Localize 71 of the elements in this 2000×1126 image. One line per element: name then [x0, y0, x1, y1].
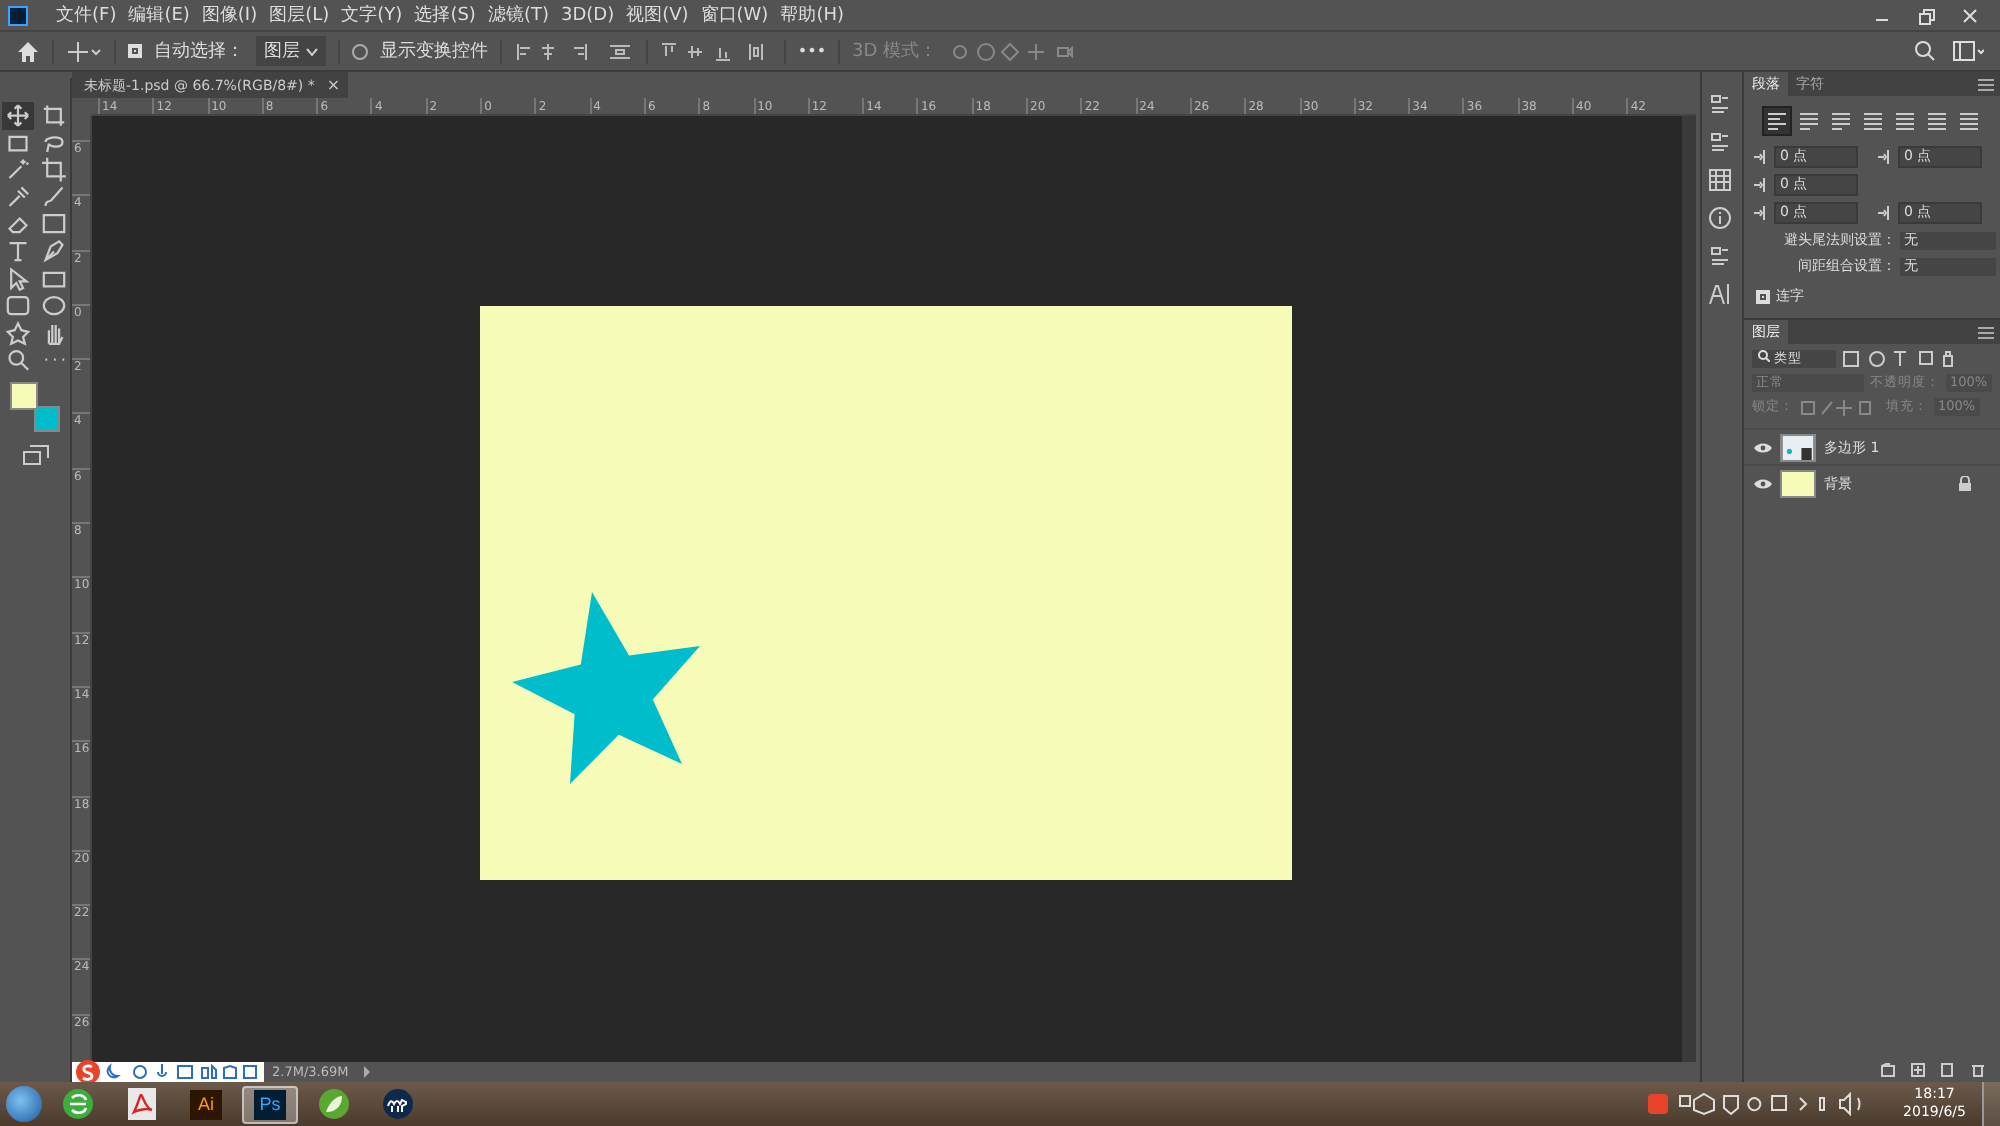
alignment-button[interactable]: [1956, 108, 1982, 134]
menu-item[interactable]: 滤镜(T): [487, 2, 549, 28]
eye-icon[interactable]: [1754, 477, 1772, 489]
move-tool-icon[interactable]: [1, 102, 33, 130]
background-color-swatch[interactable]: [34, 405, 60, 432]
character-icon[interactable]: [1708, 282, 1732, 306]
menu-item[interactable]: 选择(S): [414, 2, 476, 28]
menu-item[interactable]: 窗口(W): [700, 2, 769, 28]
foreground-color-swatch[interactable]: [10, 381, 38, 410]
camel-icon: [382, 1088, 414, 1120]
close-icon[interactable]: [1960, 5, 1980, 25]
layer-thumbnail: [1780, 469, 1816, 497]
screen-mode-icon[interactable]: [21, 443, 49, 468]
menu-item[interactable]: 编辑(E): [128, 2, 190, 28]
indent-icon: [1752, 148, 1770, 166]
alignment-button[interactable]: [1796, 108, 1822, 134]
custom-shape-icon[interactable]: [1, 319, 33, 347]
alignment-button[interactable]: [1924, 108, 1950, 134]
more-options-button[interactable]: •••: [797, 42, 827, 60]
menu-item[interactable]: 图像(I): [201, 2, 258, 28]
layer-actions-icons-drawing[interactable]: [1880, 1062, 1988, 1078]
crop-tool-icon[interactable]: [37, 156, 69, 184]
caret-icon: [305, 48, 318, 56]
alignment-button[interactable]: [1860, 108, 1886, 134]
menu-item[interactable]: 3D(D): [560, 5, 615, 25]
move-tool-icon[interactable]: [66, 39, 102, 63]
panel-menu-icon[interactable]: [1978, 325, 1994, 339]
target-dropdown[interactable]: 图层: [256, 36, 326, 66]
search-icon[interactable]: [1914, 40, 1936, 62]
menu-item[interactable]: 文件(F): [56, 2, 117, 28]
vertical-scrollbar[interactable]: [1682, 116, 1696, 1062]
close-tab-button[interactable]: ×: [326, 76, 341, 94]
photoshop-logo-icon: [8, 5, 28, 25]
indent-icon: [1752, 176, 1770, 194]
home-icon[interactable]: [16, 39, 40, 63]
menu-item[interactable]: 图层(L): [269, 2, 330, 28]
app-icon: Ai: [190, 1089, 222, 1119]
info-icon[interactable]: [1708, 206, 1732, 230]
filter-icons-drawing[interactable]: [1842, 350, 1954, 368]
alignment-button[interactable]: [1828, 108, 1854, 134]
workspace-icon[interactable]: [1952, 40, 1984, 62]
layer-thumbnail: [1780, 433, 1816, 461]
eye-icon[interactable]: [1754, 441, 1772, 453]
ime-tool-icons-drawing[interactable]: [104, 1062, 260, 1082]
align-icons-drawing[interactable]: [513, 41, 634, 61]
menu-item[interactable]: 帮助(H): [780, 2, 844, 28]
pdf-icon: [128, 1088, 156, 1120]
search-icon: [1758, 350, 1770, 362]
app-icon: Ps: [254, 1089, 286, 1119]
indent-icon: [1752, 204, 1770, 222]
alignment-button[interactable]: [1892, 108, 1918, 134]
menu-item[interactable]: 视图(V): [626, 2, 689, 28]
input-method-logo-icon[interactable]: [76, 1060, 100, 1084]
start-button[interactable]: [6, 1086, 42, 1122]
restore-icon[interactable]: [1916, 5, 1936, 25]
indent-icon: [1876, 148, 1894, 166]
leaf-icon: [318, 1088, 350, 1120]
checkbox[interactable]: [351, 43, 368, 59]
taskbar-app-button[interactable]: Ps: [242, 1085, 298, 1123]
input-method-toolbar[interactable]: [72, 1062, 264, 1082]
taskbar-app-button[interactable]: Ai: [178, 1085, 234, 1123]
auto-select-label: 自动选择：: [154, 39, 244, 64]
swatches-grid-icon[interactable]: [1708, 168, 1732, 192]
show-desktop-button[interactable]: [1982, 1082, 2000, 1126]
indent-icon: [1876, 204, 1894, 222]
alignment-button[interactable]: [1764, 108, 1790, 134]
panel-menu-icon[interactable]: [1978, 77, 1994, 91]
browser-icon: [62, 1088, 94, 1120]
ellipse-tool-icon[interactable]: [37, 292, 69, 320]
menu-item[interactable]: 文字(Y): [341, 2, 403, 28]
show-transform-label: 显示变换控件: [379, 39, 488, 64]
